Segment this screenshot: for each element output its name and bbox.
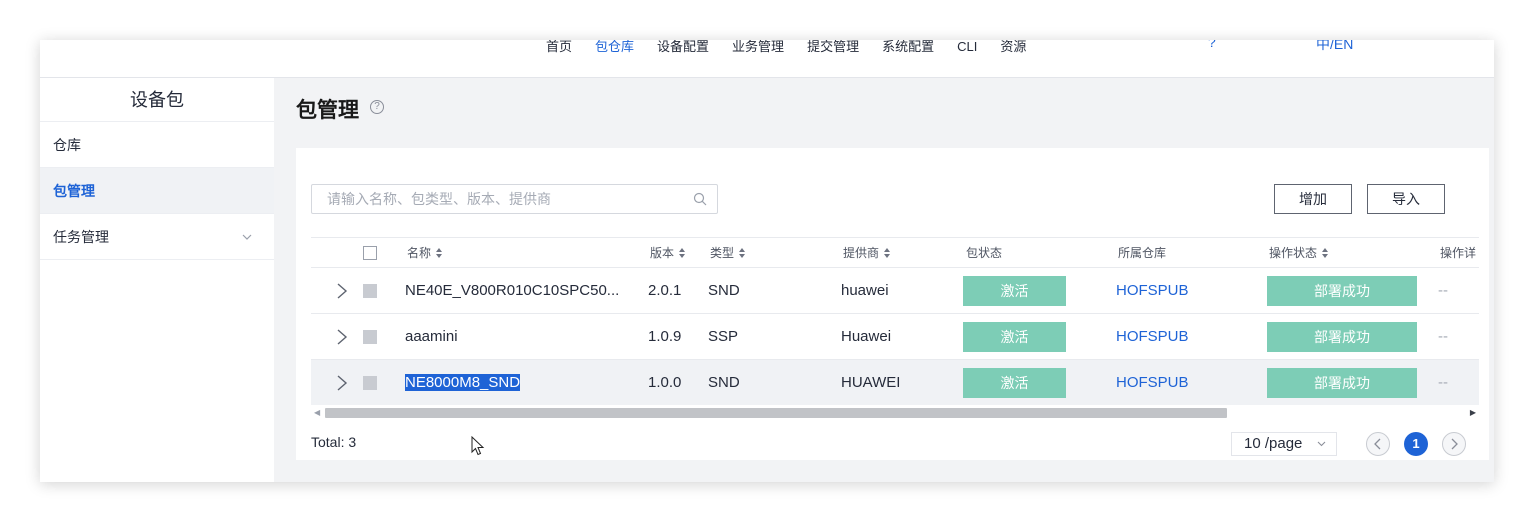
package-table: 名称 版本 类型 提供商 包状态 所属仓库 操作状态 操作详 NE40E_V80…	[311, 237, 1479, 406]
cell-version: 1.0.9	[648, 328, 682, 345]
sort-icon	[739, 247, 746, 258]
main-menu: 首页 包仓库 设备配置 业务管理 提交管理 系统配置 CLI 资源	[546, 40, 1049, 58]
search-input[interactable]	[312, 185, 672, 213]
nav-home[interactable]: 首页	[546, 40, 572, 58]
cell-type: SND	[708, 374, 740, 391]
selected-text: NE8000M8_SND	[405, 374, 521, 391]
cell-vendor: HUAWEI	[841, 374, 901, 391]
cell-status: 激活	[963, 314, 1066, 359]
row-checkbox[interactable]	[363, 283, 377, 298]
column-header-version[interactable]: 版本	[650, 238, 686, 267]
help-icon[interactable]: ?	[370, 100, 384, 114]
page-number-current[interactable]: 1	[1404, 432, 1428, 456]
sort-icon	[884, 247, 891, 258]
nav-system-config[interactable]: 系统配置	[882, 40, 934, 58]
nav-package-repo[interactable]: 包仓库	[595, 40, 634, 58]
table-row[interactable]: aaamini 1.0.9 SSP Huawei 激活 HOFSPUB 部署成功…	[311, 314, 1479, 360]
chevron-right-icon[interactable]	[336, 328, 348, 346]
select-all-checkbox[interactable]	[363, 245, 377, 260]
cell-name: NE8000M8_SND	[405, 360, 635, 405]
search-icon[interactable]	[693, 192, 707, 206]
operation-status-badge: 部署成功	[1267, 321, 1417, 352]
column-header-operation-detail: 操作详	[1440, 246, 1477, 260]
column-header-name[interactable]: 名称	[407, 238, 443, 267]
cell-repository-link[interactable]: HOFSPUB	[1116, 314, 1189, 359]
column-header-vendor[interactable]: 提供商	[843, 238, 891, 267]
cell-version: 2.0.1	[648, 282, 682, 299]
total-count: Total: 3	[311, 434, 357, 450]
chevron-right-icon[interactable]	[336, 374, 348, 392]
page-size-value: 10 /page	[1244, 435, 1303, 452]
cell-operation-detail: --	[1438, 282, 1448, 299]
nav-device-config[interactable]: 设备配置	[657, 40, 709, 58]
chevron-down-icon	[1317, 433, 1326, 463]
nav-service-management[interactable]: 业务管理	[732, 40, 784, 58]
previous-page-button[interactable]	[1366, 432, 1390, 456]
page-title: 包管理	[296, 99, 359, 122]
import-button[interactable]: 导入	[1367, 184, 1445, 214]
help-link[interactable]: ?	[1208, 40, 1216, 50]
table-row[interactable]: NE8000M8_SND 1.0.0 SND HUAWEI 激活 HOFSPUB…	[311, 360, 1479, 406]
next-page-button[interactable]	[1442, 432, 1466, 456]
cell-type: SND	[708, 282, 740, 299]
cell-status: 激活	[963, 268, 1066, 313]
operation-status-badge: 部署成功	[1267, 275, 1417, 306]
sidebar-item-task-management[interactable]: 任务管理	[40, 214, 274, 260]
search-box	[311, 184, 718, 214]
scrollbar-thumb[interactable]	[325, 408, 1227, 418]
horizontal-scrollbar[interactable]: ◀ ▶	[311, 405, 1479, 419]
nav-resources[interactable]: 资源	[1000, 40, 1026, 58]
sort-icon	[679, 247, 686, 258]
top-navigation: 首页 包仓库 设备配置 业务管理 提交管理 系统配置 CLI 资源 ? 中/EN	[40, 40, 1494, 78]
nav-commit-management[interactable]: 提交管理	[807, 40, 859, 58]
chevron-right-icon[interactable]	[336, 282, 348, 300]
app-window: 首页 包仓库 设备配置 业务管理 提交管理 系统配置 CLI 资源 ? 中/EN…	[40, 40, 1494, 482]
column-header-repository: 所属仓库	[1118, 246, 1167, 260]
sort-icon	[1322, 247, 1329, 258]
cell-type: SSP	[708, 328, 739, 345]
row-checkbox[interactable]	[363, 329, 377, 344]
table-row[interactable]: NE40E_V800R010C10SPC50... 2.0.1 SND huaw…	[311, 268, 1479, 314]
cell-operation-status: 部署成功	[1267, 314, 1417, 359]
cell-status: 激活	[963, 360, 1066, 405]
sidebar-title: 设备包	[40, 78, 274, 122]
cell-operation-status: 部署成功	[1267, 268, 1417, 313]
sidebar-item-label: 仓库	[53, 137, 81, 153]
add-button[interactable]: 增加	[1274, 184, 1352, 214]
sort-icon	[436, 247, 443, 258]
sidebar-item-label: 包管理	[53, 183, 95, 199]
column-header-status: 包状态	[966, 246, 1003, 260]
status-badge: 激活	[963, 275, 1066, 306]
operation-status-badge: 部署成功	[1267, 367, 1417, 398]
cell-vendor: Huawei	[841, 328, 892, 345]
cell-operation-status: 部署成功	[1267, 360, 1417, 405]
nav-cli[interactable]: CLI	[957, 40, 977, 58]
cell-name: aaamini	[405, 328, 458, 345]
cell-repository-link[interactable]: HOFSPUB	[1116, 268, 1189, 313]
status-badge: 激活	[963, 367, 1066, 398]
column-header-operation-status[interactable]: 操作状态	[1269, 238, 1329, 267]
scroll-right-arrow-icon[interactable]: ▶	[1470, 408, 1476, 417]
cell-name: NE40E_V800R010C10SPC50...	[405, 282, 620, 299]
main-content: 包管理 ? 增加 导入 名称 版本 类型 提供商 包状态 所属仓库	[274, 78, 1494, 482]
package-panel: 增加 导入 名称 版本 类型 提供商 包状态 所属仓库 操作状态 操作详	[296, 148, 1489, 460]
mouse-cursor-icon	[471, 435, 485, 461]
sidebar-item-repository[interactable]: 仓库	[40, 122, 274, 168]
cell-version: 1.0.0	[648, 374, 682, 391]
table-header: 名称 版本 类型 提供商 包状态 所属仓库 操作状态 操作详	[311, 237, 1479, 268]
cell-vendor: huawei	[841, 282, 889, 299]
column-header-type[interactable]: 类型	[710, 238, 746, 267]
cell-operation-detail: --	[1438, 374, 1448, 391]
sidebar-item-package-management[interactable]: 包管理	[40, 168, 274, 214]
sidebar: 设备包 仓库 包管理 任务管理	[40, 78, 274, 482]
row-checkbox[interactable]	[363, 375, 377, 390]
language-switch[interactable]: 中/EN	[1316, 40, 1353, 54]
page-size-select[interactable]: 10 /page	[1231, 432, 1337, 456]
cell-repository-link[interactable]: HOFSPUB	[1116, 360, 1189, 405]
sidebar-item-label: 任务管理	[53, 229, 109, 245]
cell-operation-detail: --	[1438, 328, 1448, 345]
chevron-down-icon	[242, 214, 252, 260]
status-badge: 激活	[963, 321, 1066, 352]
scroll-left-arrow-icon[interactable]: ◀	[314, 408, 320, 417]
